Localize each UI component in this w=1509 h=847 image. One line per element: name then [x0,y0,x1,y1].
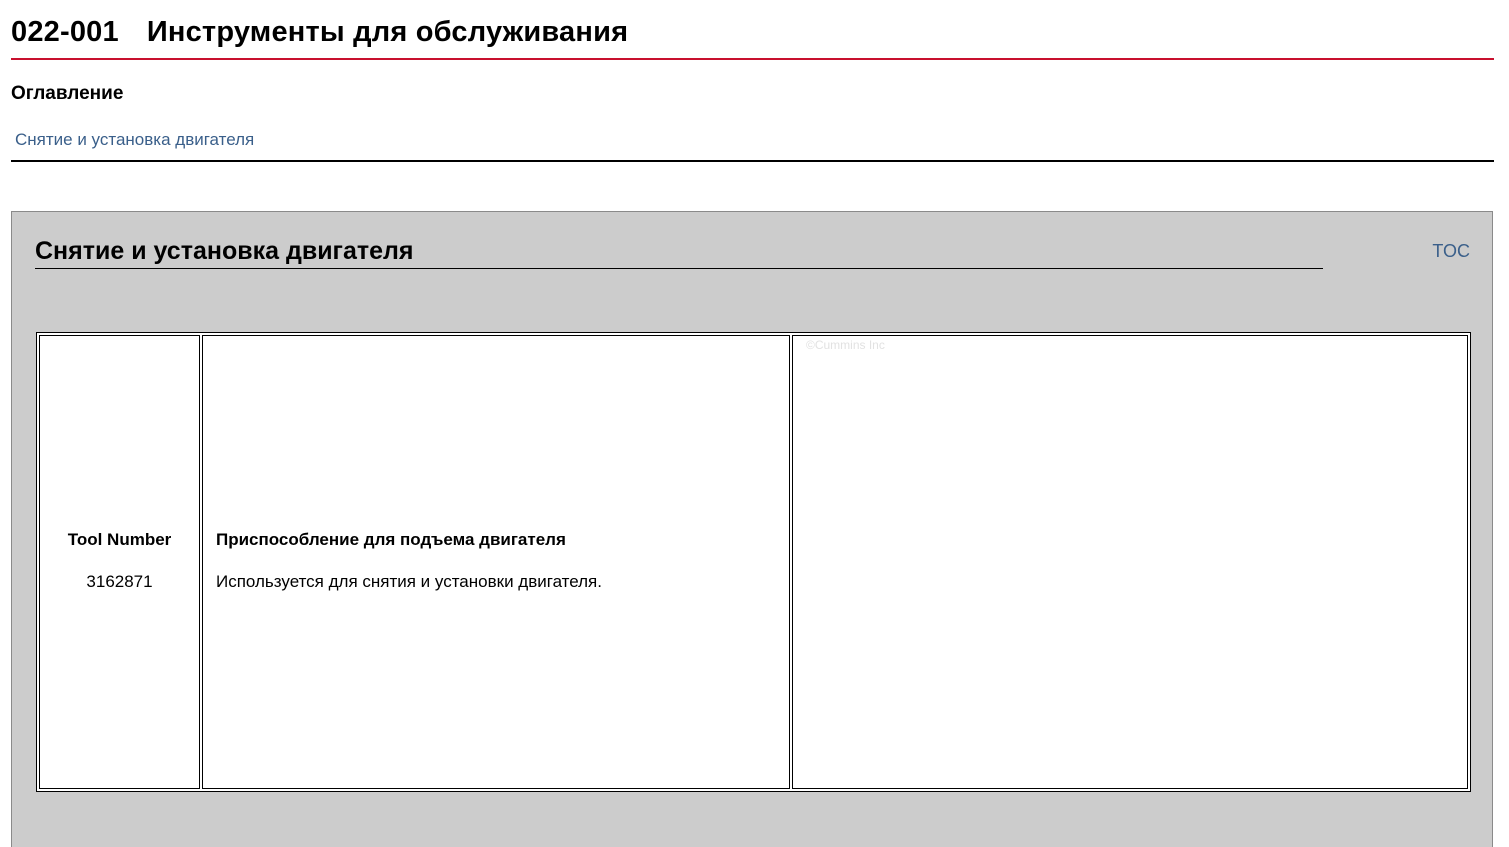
tool-number-value: 3162871 [86,572,153,591]
procedure-code: 022-001 [11,16,119,48]
tool-name: Приспособление для подъема двигателя [216,530,566,549]
toc-divider [11,160,1494,162]
procedure-title: Инструменты для обслуживания [146,16,629,48]
document-page: 022-001 Инструменты для обслуживания Огла… [0,0,1509,847]
section-title: Снятие и установка двигателя [35,236,1323,269]
tool-usage: Используется для снятия и установки двиг… [216,572,602,591]
tool-number-label: Tool Number [67,530,172,549]
tool-image-cell: ©Cummins Inc [792,335,1468,789]
tool-description-cell: Приспособление для подъема двигателя Исп… [202,335,790,789]
toc-heading: Оглавление [11,83,124,104]
section-panel: Снятие и установка двигателя TOC Tool Nu… [11,211,1493,847]
page-title: 022-001 Инструменты для обслуживания [11,16,628,49]
toc-back-link[interactable]: TOC [1432,241,1470,262]
tool-table: Tool Number 3162871 Приспособление для п… [36,332,1471,792]
tool-number-cell: Tool Number 3162871 [39,335,200,789]
document-header: 022-001 Инструменты для обслуживания [11,14,1494,60]
image-watermark: ©Cummins Inc [806,338,885,352]
toc-link-engine-removal[interactable]: Снятие и установка двигателя [15,130,254,150]
